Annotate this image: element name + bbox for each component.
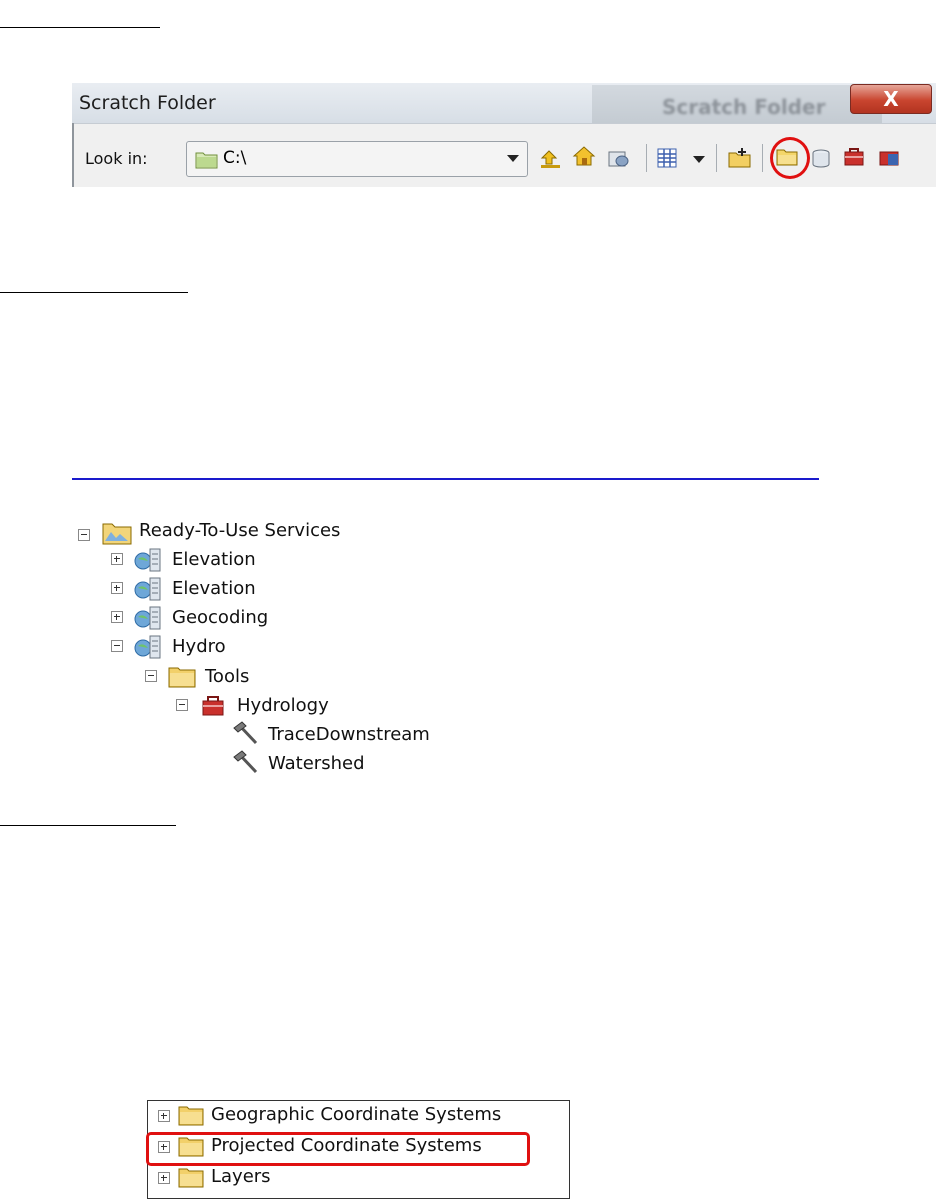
toolbar-separator (716, 144, 717, 172)
up-one-level-icon[interactable] (538, 146, 562, 170)
tree-root-label[interactable]: Ready-To-Use Services (139, 520, 340, 541)
tree-item-label[interactable]: Hydrology (237, 695, 329, 716)
server-folder-icon (102, 523, 132, 545)
new-database-icon[interactable] (810, 146, 834, 170)
section-heading-underline-2 (0, 292, 188, 293)
highlight-circle (770, 137, 810, 179)
service-icon (134, 577, 161, 601)
toolbar-separator (762, 144, 763, 172)
section-heading-underline-3 (0, 825, 176, 826)
dialog-edge (72, 123, 74, 187)
collapse-icon[interactable] (111, 640, 123, 652)
home-icon[interactable] (572, 144, 596, 168)
view-menu-icon[interactable] (656, 146, 680, 170)
folder-icon (178, 1168, 204, 1188)
collapse-icon[interactable] (176, 699, 188, 711)
folder-icon (168, 667, 196, 688)
look-in-value: C:\ (223, 148, 247, 168)
folder-icon (178, 1106, 204, 1126)
expand-icon[interactable] (111, 611, 123, 623)
dialog-ghost-title-bar: Scratch Folder (592, 85, 882, 123)
service-icon (134, 635, 161, 659)
expand-icon[interactable] (111, 553, 123, 565)
hammer-tool-icon (233, 750, 258, 774)
toolbox-icon (202, 696, 224, 716)
tree-item-label[interactable]: Hydro (172, 636, 226, 657)
expand-icon[interactable] (111, 582, 123, 594)
service-icon (134, 606, 161, 630)
dialog-ghost-title: Scratch Folder (662, 95, 826, 119)
tree-item-label[interactable]: Tools (205, 666, 249, 687)
new-toolbox-icon[interactable] (842, 144, 866, 168)
collapse-icon[interactable] (78, 529, 90, 541)
scratch-folder-dialog: Scratch Folder Scratch Folder X Look in:… (72, 83, 936, 187)
chevron-down-icon (507, 155, 519, 162)
highlight-rectangle (146, 1132, 530, 1166)
look-in-label: Look in: (85, 149, 148, 168)
toolbox-icon[interactable] (877, 144, 901, 168)
tree-item-label[interactable]: Elevation (172, 578, 256, 599)
close-icon: X (883, 87, 899, 111)
view-dropdown-icon[interactable] (693, 156, 705, 163)
coordinate-item-label[interactable]: Geographic Coordinate Systems (211, 1104, 501, 1125)
expand-icon[interactable] (158, 1110, 170, 1122)
hammer-tool-icon (233, 721, 258, 745)
connect-to-folder-icon[interactable] (606, 146, 630, 170)
folder-icon (195, 152, 218, 169)
hyperlink-underline[interactable] (72, 478, 819, 480)
tree-item-label[interactable]: Elevation (172, 549, 256, 570)
close-button[interactable]: X (850, 84, 932, 114)
new-folder-icon[interactable] (728, 146, 752, 170)
look-in-dropdown[interactable]: C:\ (186, 141, 528, 177)
service-icon (134, 548, 161, 572)
coordinate-item-label[interactable]: Layers (211, 1166, 271, 1187)
tree-item-label[interactable]: Geocoding (172, 607, 268, 628)
collapse-icon[interactable] (145, 670, 157, 682)
tree-item-label[interactable]: TraceDownstream (268, 724, 430, 745)
tree-item-label[interactable]: Watershed (268, 753, 365, 774)
section-heading-underline-1 (0, 27, 160, 28)
toolbar-separator (646, 144, 647, 172)
expand-icon[interactable] (158, 1172, 170, 1184)
dialog-title: Scratch Folder (79, 92, 216, 114)
